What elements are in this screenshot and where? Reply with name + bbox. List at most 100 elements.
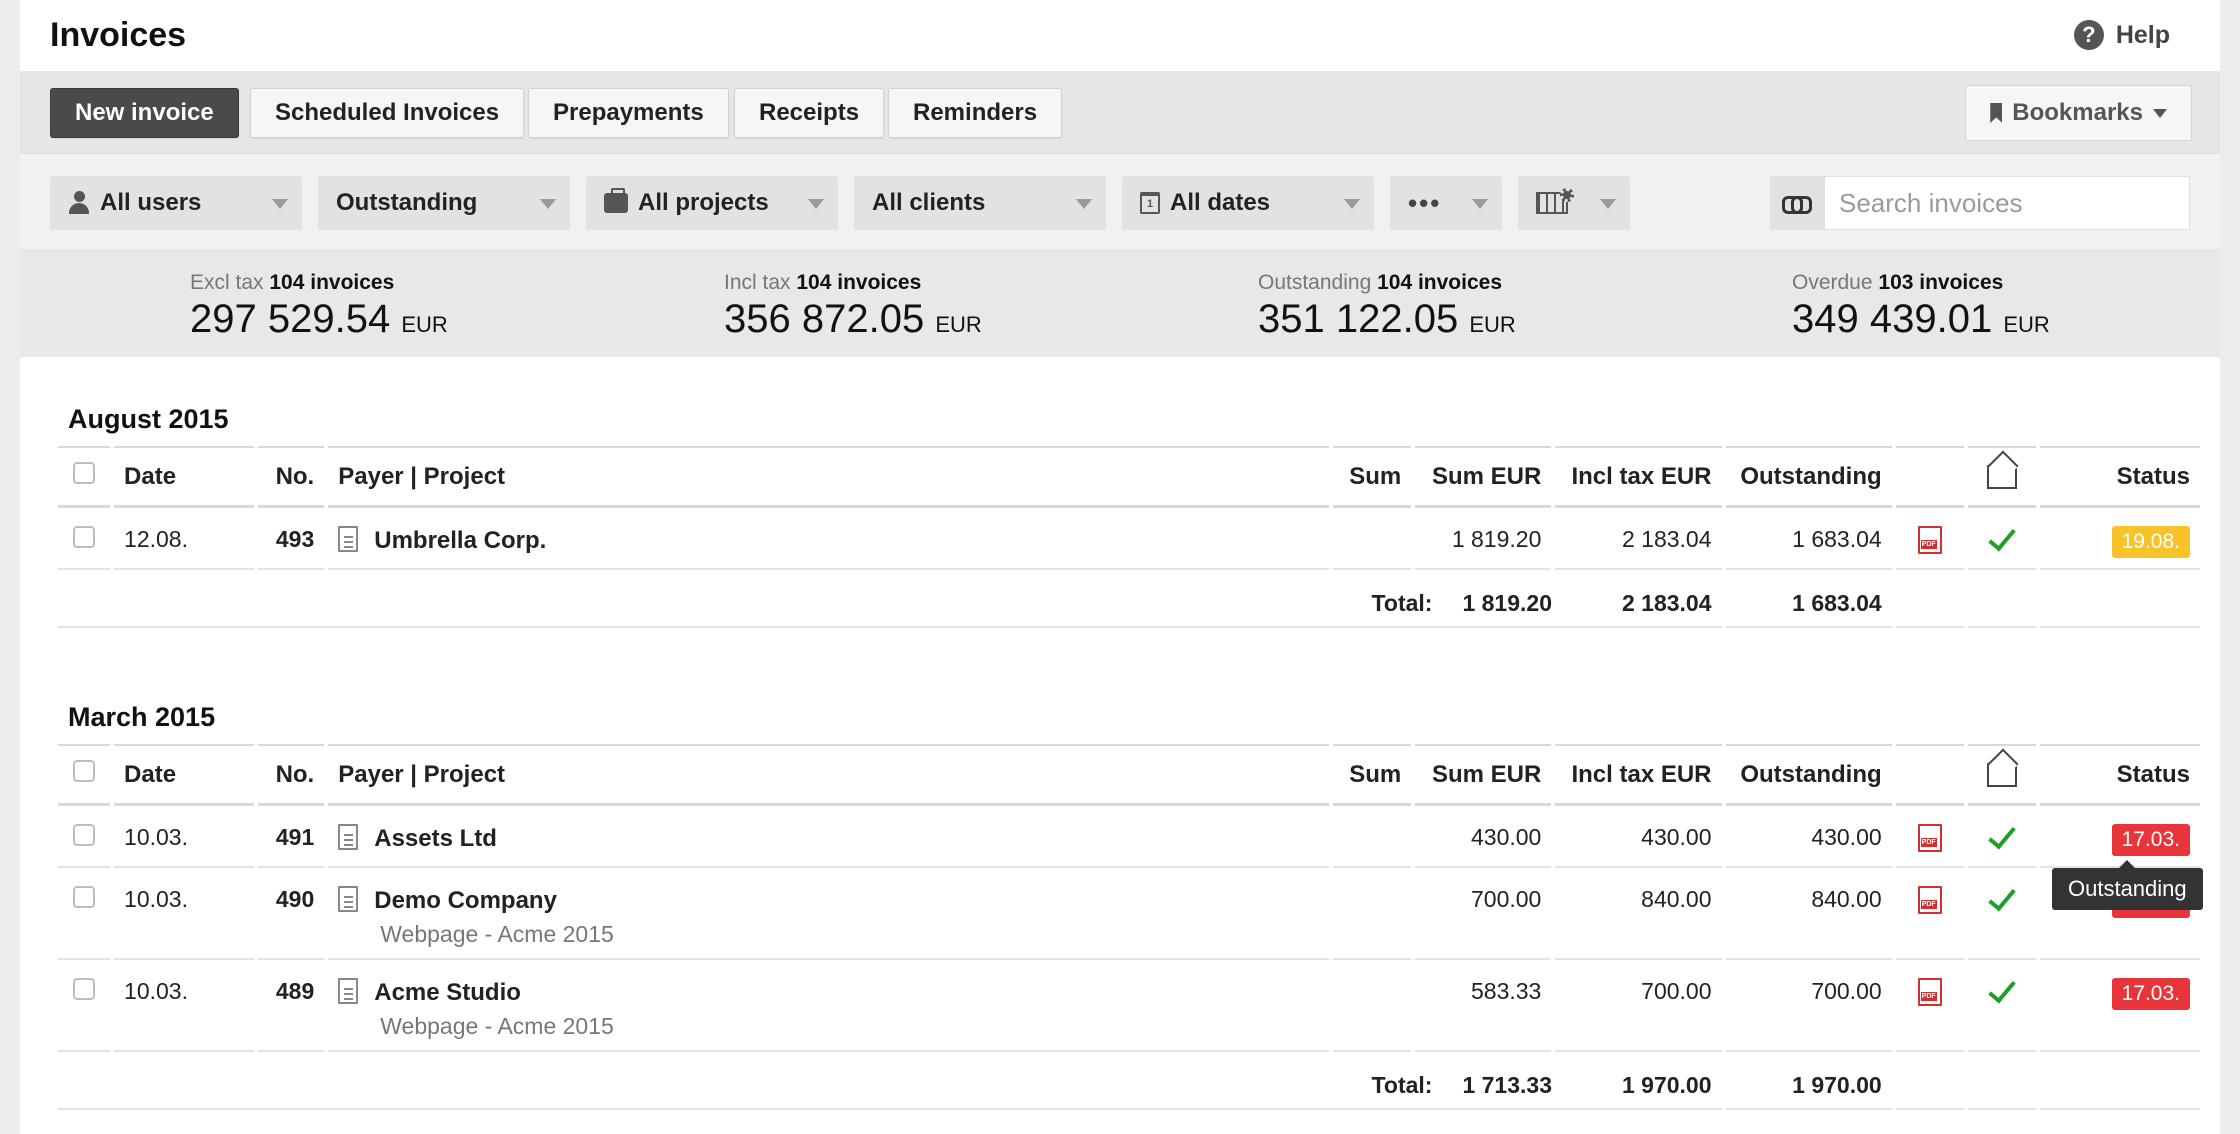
total-row: Total: 1 713.33 1 970.00 1 970.00	[58, 1052, 2200, 1110]
row-payer[interactable]: Assets Ltd	[374, 825, 497, 852]
page-title: Invoices	[50, 16, 187, 54]
chevron-down-icon	[1472, 199, 1488, 209]
users-filter[interactable]: All users	[50, 176, 302, 230]
summary-value: 356 872.05	[724, 297, 925, 341]
row-incl-tax: 700.00	[1555, 960, 1722, 1052]
clients-filter-label: All clients	[872, 189, 986, 216]
col-sum-eur[interactable]: Sum EUR	[1415, 744, 1552, 806]
help-label: Help	[2115, 20, 2170, 49]
section-title: March 2015	[68, 702, 216, 732]
tab-scheduled-invoices[interactable]: Scheduled Invoices	[250, 88, 525, 138]
bookmark-icon	[1990, 103, 2003, 123]
link-button[interactable]	[1770, 176, 1824, 230]
select-all-checkbox[interactable]	[73, 462, 96, 484]
row-sum	[1333, 960, 1412, 1052]
row-incl-tax: 430.00	[1555, 806, 1722, 868]
chevron-down-icon	[540, 199, 556, 209]
row-payer[interactable]: Acme Studio	[374, 979, 521, 1006]
pdf-icon[interactable]	[1917, 978, 1942, 1006]
dates-filter[interactable]: 1 All dates	[1122, 176, 1374, 230]
row-project[interactable]: Webpage - Acme 2015	[380, 921, 1329, 948]
total-outstanding: 1 683.04	[1725, 570, 1892, 628]
col-incl-tax[interactable]: Incl tax EUR	[1555, 744, 1722, 806]
table-row[interactable]: 10.03. 490 Demo Company Webpage - Acme 2…	[58, 868, 2200, 960]
select-all-checkbox[interactable]	[73, 760, 96, 782]
col-date[interactable]: Date	[114, 446, 255, 508]
document-icon	[338, 978, 359, 1004]
summary-overdue: Overdue 103 invoices 349 439.01 EUR	[1792, 271, 2050, 342]
status-badge[interactable]: 19.08.	[2111, 526, 2190, 558]
col-date[interactable]: Date	[114, 744, 255, 806]
columns-settings-icon	[1536, 188, 1574, 214]
chevron-down-icon	[1076, 199, 1092, 209]
summary-outstanding: Outstanding 104 invoices 351 122.05 EUR	[1258, 271, 1516, 342]
projects-filter[interactable]: All projects	[586, 176, 838, 230]
row-checkbox[interactable]	[73, 526, 96, 548]
help-icon: ?	[2073, 20, 2104, 50]
summary-count: 103 invoices	[1878, 271, 2004, 294]
check-icon	[1989, 526, 2015, 552]
check-icon	[1989, 824, 2015, 850]
row-payer[interactable]: Demo Company	[374, 887, 557, 914]
tab-prepayments[interactable]: Prepayments	[528, 88, 729, 138]
row-outstanding: 700.00	[1725, 960, 1892, 1052]
pdf-icon[interactable]	[1917, 886, 1942, 914]
summary-label: Excl tax	[190, 271, 264, 294]
col-payer[interactable]: Payer | Project	[328, 446, 1330, 508]
chevron-down-icon	[1344, 199, 1360, 209]
status-badge[interactable]: 17.03.	[2111, 978, 2190, 1010]
chevron-down-icon	[1600, 199, 1616, 209]
columns-settings-filter[interactable]	[1518, 176, 1630, 230]
col-sum[interactable]: Sum	[1333, 446, 1412, 508]
tab-receipts[interactable]: Receipts	[734, 88, 885, 138]
row-date: 12.08.	[114, 508, 255, 570]
row-checkbox[interactable]	[73, 824, 96, 846]
summary-label: Overdue	[1792, 271, 1873, 294]
more-icon: •••	[1408, 187, 1442, 218]
page: Invoices ? Help New invoice Scheduled In…	[20, 0, 2220, 1134]
row-number: 491	[258, 806, 325, 868]
col-no[interactable]: No.	[258, 744, 325, 806]
status-filter[interactable]: Outstanding	[318, 176, 570, 230]
col-status[interactable]: Status	[2039, 744, 2200, 806]
pdf-icon[interactable]	[1917, 824, 1942, 852]
total-outstanding: 1 970.00	[1725, 1052, 1892, 1110]
clients-filter[interactable]: All clients	[854, 176, 1106, 230]
row-checkbox[interactable]	[73, 978, 96, 1000]
col-sum-eur[interactable]: Sum EUR	[1415, 446, 1552, 508]
row-checkbox[interactable]	[73, 886, 96, 908]
chevron-down-icon	[272, 199, 288, 209]
table-row[interactable]: 10.03. 491 Assets Ltd 430.00 430.00 430.…	[58, 806, 2200, 868]
filter-bar: All users Outstanding All projects All c…	[20, 153, 2220, 249]
col-status[interactable]: Status	[2039, 446, 2200, 508]
new-invoice-button[interactable]: New invoice	[50, 88, 239, 138]
user-icon	[68, 191, 90, 215]
table-row[interactable]: 12.08. 493 Umbrella Corp. 1 819.20 2 183…	[58, 508, 2200, 570]
col-incl-tax[interactable]: Incl tax EUR	[1555, 446, 1722, 508]
tab-reminders[interactable]: Reminders	[888, 88, 1063, 138]
summary-label: Outstanding	[1258, 271, 1372, 294]
col-outstanding[interactable]: Outstanding	[1725, 446, 1892, 508]
row-sum	[1333, 868, 1412, 960]
help-link[interactable]: ? Help	[2073, 20, 2170, 50]
row-project[interactable]: Webpage - Acme 2015	[380, 1013, 1329, 1040]
row-number: 493	[258, 508, 325, 570]
row-sum-eur: 583.33	[1415, 960, 1552, 1052]
section-title: August 2015	[68, 404, 229, 434]
projects-filter-label: All projects	[638, 189, 769, 216]
table-row[interactable]: 10.03. 489 Acme Studio Webpage - Acme 20…	[58, 960, 2200, 1052]
col-no[interactable]: No.	[258, 446, 325, 508]
col-sum[interactable]: Sum	[1333, 744, 1412, 806]
more-filter[interactable]: •••	[1390, 176, 1502, 230]
col-outstanding[interactable]: Outstanding	[1725, 744, 1892, 806]
bookmarks-button[interactable]: Bookmarks	[1965, 85, 2192, 141]
status-badge[interactable]: 17.03.	[2111, 824, 2190, 856]
row-sum	[1333, 508, 1412, 570]
row-payer[interactable]: Umbrella Corp.	[374, 527, 546, 554]
row-outstanding: 1 683.04	[1725, 508, 1892, 570]
search-input[interactable]	[1824, 176, 2190, 230]
row-outstanding: 430.00	[1725, 806, 1892, 868]
check-icon	[1989, 978, 2015, 1004]
col-payer[interactable]: Payer | Project	[328, 744, 1330, 806]
pdf-icon[interactable]	[1917, 526, 1942, 554]
